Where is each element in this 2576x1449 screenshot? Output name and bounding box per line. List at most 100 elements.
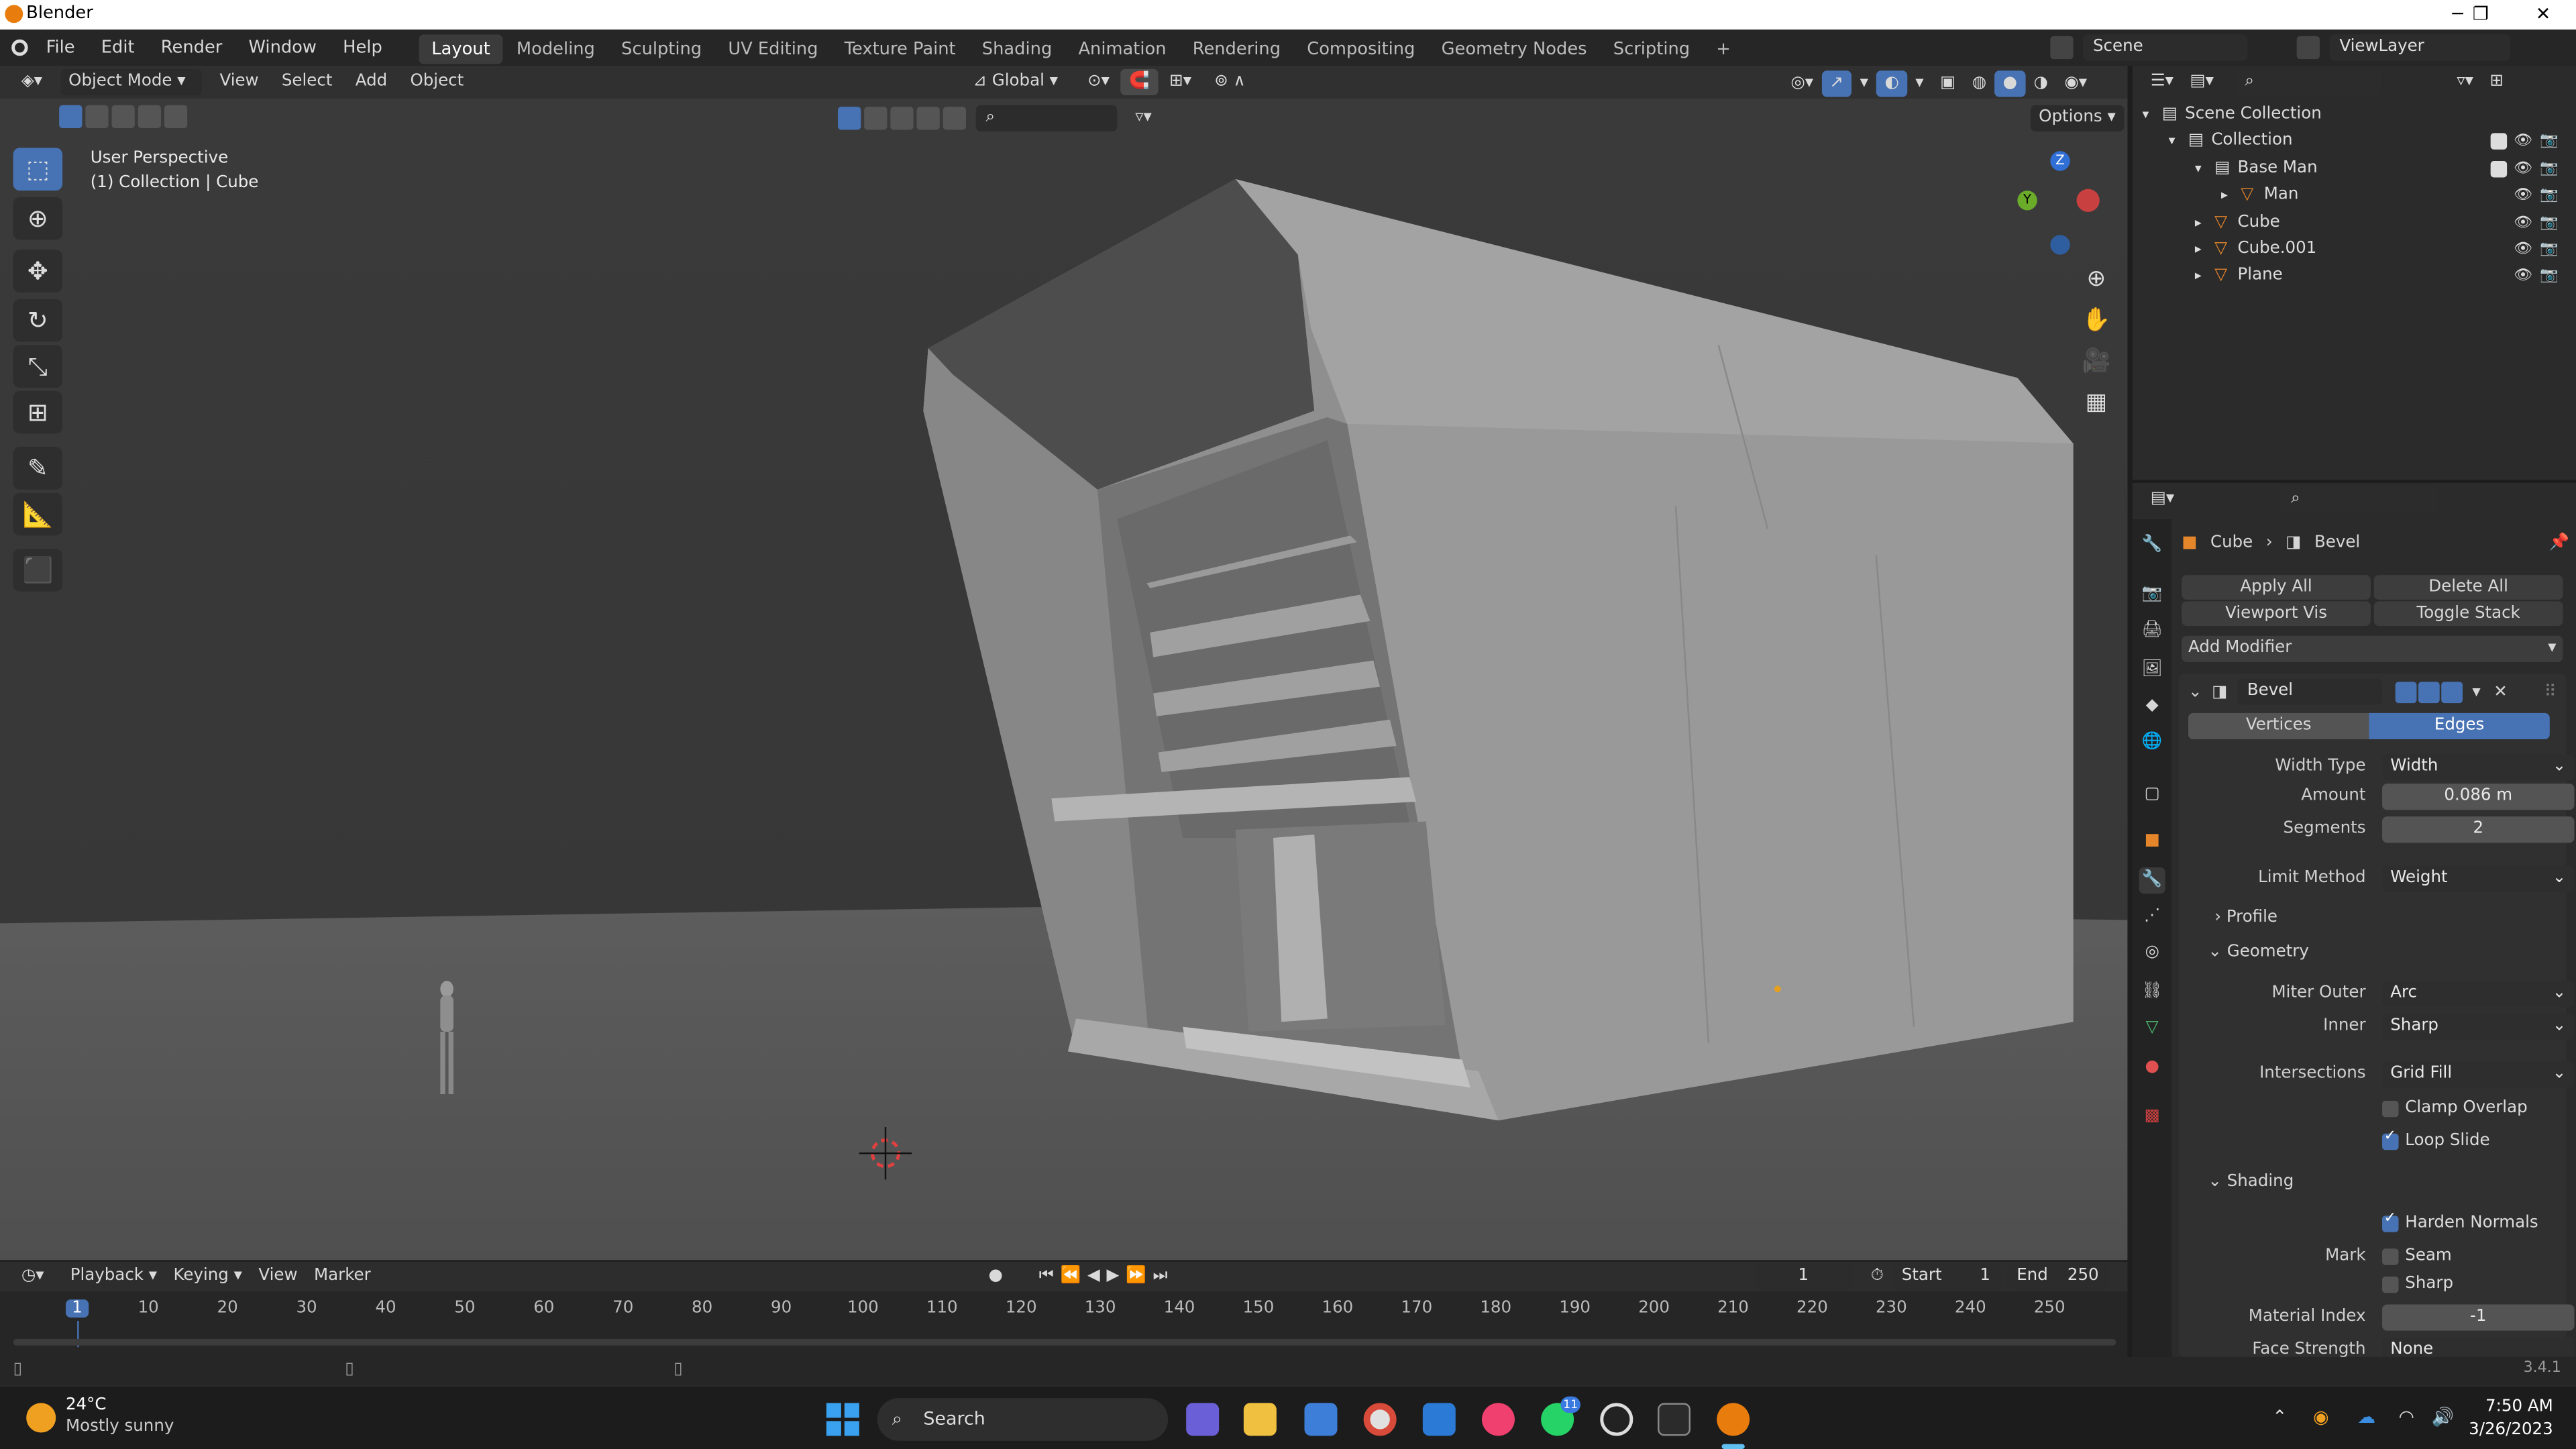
other-filter-icon[interactable] xyxy=(943,107,967,130)
stopwatch-icon[interactable]: ⏱ xyxy=(1862,1263,1892,1289)
playback-controls[interactable]: ⏮⏪◀▶⏩⏭ xyxy=(1031,1263,1183,1289)
menu-window[interactable]: Window xyxy=(235,30,330,66)
properties-editor-type-icon[interactable]: ▤▾ xyxy=(2142,486,2182,513)
viewport-search-input[interactable]: ⌕ xyxy=(975,105,1118,131)
tab-texture-paint[interactable]: Texture Paint xyxy=(831,34,969,64)
outliner-item[interactable]: ▾ ▤ Collection 👁 📷 xyxy=(2133,129,2576,155)
timeline-scrollbar[interactable] xyxy=(13,1338,2116,1346)
select-box-tool-icon[interactable]: ⬚ xyxy=(13,148,63,191)
zoom-icon[interactable]: ⊕ xyxy=(2077,260,2116,301)
pivot-icon[interactable]: ⊙▾ xyxy=(1079,69,1118,95)
ortho-grid-icon[interactable]: ▦ xyxy=(2077,383,2116,424)
tab-uv-editing[interactable]: UV Editing xyxy=(715,34,831,64)
face-strength-dropdown[interactable]: None xyxy=(2382,1337,2575,1357)
wireframe-shading-icon[interactable]: ◍ xyxy=(1964,70,1994,97)
render-camera-icon[interactable]: 📷 xyxy=(2540,209,2558,235)
navigation-gizmo[interactable]: Z Y xyxy=(2008,148,2106,262)
editor-type-icon[interactable]: ◈▾ xyxy=(13,69,51,95)
sharp-checkbox[interactable] xyxy=(2382,1276,2399,1293)
amount-field[interactable]: 0.086 m xyxy=(2382,784,2575,810)
menu-object[interactable]: Object xyxy=(402,69,472,95)
overlay-dropdown-icon[interactable]: ▾ xyxy=(1907,70,1932,97)
end-frame-field[interactable]: End 250 xyxy=(2006,1263,2109,1290)
clock-time[interactable]: 7:50 AM xyxy=(2477,1398,2553,1416)
tab-shading[interactable]: Shading xyxy=(969,34,1065,64)
select-invert-icon[interactable] xyxy=(138,105,162,129)
menu-file[interactable]: File xyxy=(33,30,88,66)
modifier-tab-icon[interactable]: 🔧 xyxy=(2139,867,2165,894)
material-shading-icon[interactable]: ◑ xyxy=(2025,70,2056,97)
limit-method-dropdown[interactable]: Weight ⌄ xyxy=(2382,865,2575,892)
teams-meet-icon[interactable] xyxy=(1186,1403,1220,1436)
gizmo-z-axis[interactable]: Z xyxy=(2050,151,2070,171)
tab-modeling[interactable]: Modeling xyxy=(503,34,608,64)
particles-tab-icon[interactable]: ⋰ xyxy=(2139,904,2165,930)
rotate-tool-icon[interactable]: ↻ xyxy=(13,299,63,342)
viewport-vis-button[interactable]: Viewport Vis xyxy=(2182,601,2371,627)
timeline-editor-type-icon[interactable]: ◷▾ xyxy=(13,1263,52,1289)
weather-desc[interactable]: Mostly sunny xyxy=(66,1417,174,1436)
material-index-field[interactable]: -1 xyxy=(2382,1304,2575,1331)
scale-tool-icon[interactable]: ⤡ xyxy=(13,345,63,388)
expand-toggle-icon[interactable]: ▸ xyxy=(2221,182,2228,209)
render-tab-icon[interactable]: 📷 xyxy=(2139,582,2165,608)
gizmo-toggle-icon[interactable]: ↗ xyxy=(1821,70,1852,97)
tray-chevron-icon[interactable]: ⌃ xyxy=(2272,1406,2288,1428)
display-mode-icon[interactable]: ▤▾ xyxy=(2182,69,2222,95)
toggle-stack-button[interactable]: Toggle Stack xyxy=(2373,601,2563,627)
select-intersect-icon[interactable] xyxy=(164,105,188,129)
texture-tab-icon[interactable]: ▩ xyxy=(2139,1104,2165,1130)
outliner-search-input[interactable]: ⌕ xyxy=(2235,68,2383,96)
blender-taskbar-icon[interactable] xyxy=(1717,1403,1750,1436)
move-tool-icon[interactable]: ✥ xyxy=(13,250,63,292)
3d-viewport[interactable]: ◈▾ Object Mode ▾ View Select Add Object … xyxy=(0,65,2128,1260)
pin-icon[interactable]: 📌 xyxy=(2549,533,2569,551)
physics-tab-icon[interactable]: ◎ xyxy=(2139,940,2165,966)
github-icon[interactable] xyxy=(1600,1403,1633,1436)
delete-all-button[interactable]: Delete All xyxy=(2373,575,2563,600)
visibility-eye-icon[interactable]: 👁 xyxy=(2514,264,2532,290)
expand-toggle-icon[interactable]: ▸ xyxy=(2195,264,2202,290)
profile-subpanel-header[interactable]: › Profile xyxy=(2214,908,2277,926)
tab-scripting[interactable]: Scripting xyxy=(1600,34,1703,64)
frame-ruler[interactable]: 1 10 20 30 40 50 60 70 80 90 100 110 120 130 140 150 160… xyxy=(0,1295,2127,1348)
overlay-toggle-icon[interactable]: ◐ xyxy=(1876,70,1908,97)
options-dropdown[interactable]: Options ▾ xyxy=(2030,105,2125,131)
outliner-item[interactable]: ▸ ▽ Plane 👁 📷 xyxy=(2133,264,2576,290)
measure-tool-icon[interactable]: 📐 xyxy=(13,492,63,536)
mode-selector[interactable]: Object Mode ▾ xyxy=(60,68,202,96)
tray-app-icon[interactable]: ◉ xyxy=(2313,1406,2329,1428)
add-cube-tool-icon[interactable]: ⬛ xyxy=(13,548,63,592)
select-extend-icon[interactable] xyxy=(85,105,109,129)
tab-compositing[interactable]: Compositing xyxy=(1294,34,1428,64)
taskbar-search-box[interactable]: ⌕ Search xyxy=(877,1398,1169,1441)
weather-temp[interactable]: 24°C xyxy=(66,1397,107,1415)
object-tab-icon[interactable]: ■ xyxy=(2139,828,2165,854)
expand-toggle-icon[interactable]: ▾ xyxy=(2195,156,2202,182)
segments-field[interactable]: 2 xyxy=(2382,816,2575,843)
outliner-filter-icon[interactable]: ▿▾ xyxy=(2449,69,2481,95)
render-camera-icon[interactable]: 📷 xyxy=(2540,129,2558,155)
render-camera-icon[interactable]: 📷 xyxy=(2540,156,2558,182)
collection-exclude-checkbox[interactable] xyxy=(2490,133,2508,150)
chrome-icon[interactable] xyxy=(1363,1403,1397,1436)
tab-sculpting[interactable]: Sculpting xyxy=(608,34,714,64)
mesh-filter-icon[interactable] xyxy=(864,107,888,130)
solid-shading-icon[interactable]: ● xyxy=(1994,70,2026,97)
visibility-eye-icon[interactable]: 👁 xyxy=(2514,129,2532,155)
outliner-item[interactable]: ▸ ▽ Cube.001 👁 📷 xyxy=(2133,237,2576,263)
record-icon[interactable]: ● xyxy=(980,1263,1011,1289)
select-subtract-icon[interactable] xyxy=(111,105,135,129)
data-tab-icon[interactable]: ▽ xyxy=(2139,1015,2165,1041)
scene-tab-icon[interactable]: ◆ xyxy=(2139,693,2165,719)
current-frame-field[interactable]: 1 xyxy=(1754,1263,1853,1290)
start-frame-field[interactable]: Start 1 xyxy=(1892,1263,2000,1290)
expand-toggle-icon[interactable]: ▾ xyxy=(2142,102,2149,128)
visibility-eye-icon[interactable]: 👁 xyxy=(2514,209,2532,235)
properties-search-input[interactable]: ⌕ xyxy=(2281,486,2439,513)
menu-help[interactable]: Help xyxy=(330,30,396,66)
output-tab-icon[interactable]: 🖨 xyxy=(2139,618,2165,644)
menu-select[interactable]: Select xyxy=(274,69,341,95)
width-type-dropdown[interactable]: Width ⌄ xyxy=(2382,754,2575,781)
mail-icon[interactable] xyxy=(1422,1403,1456,1436)
